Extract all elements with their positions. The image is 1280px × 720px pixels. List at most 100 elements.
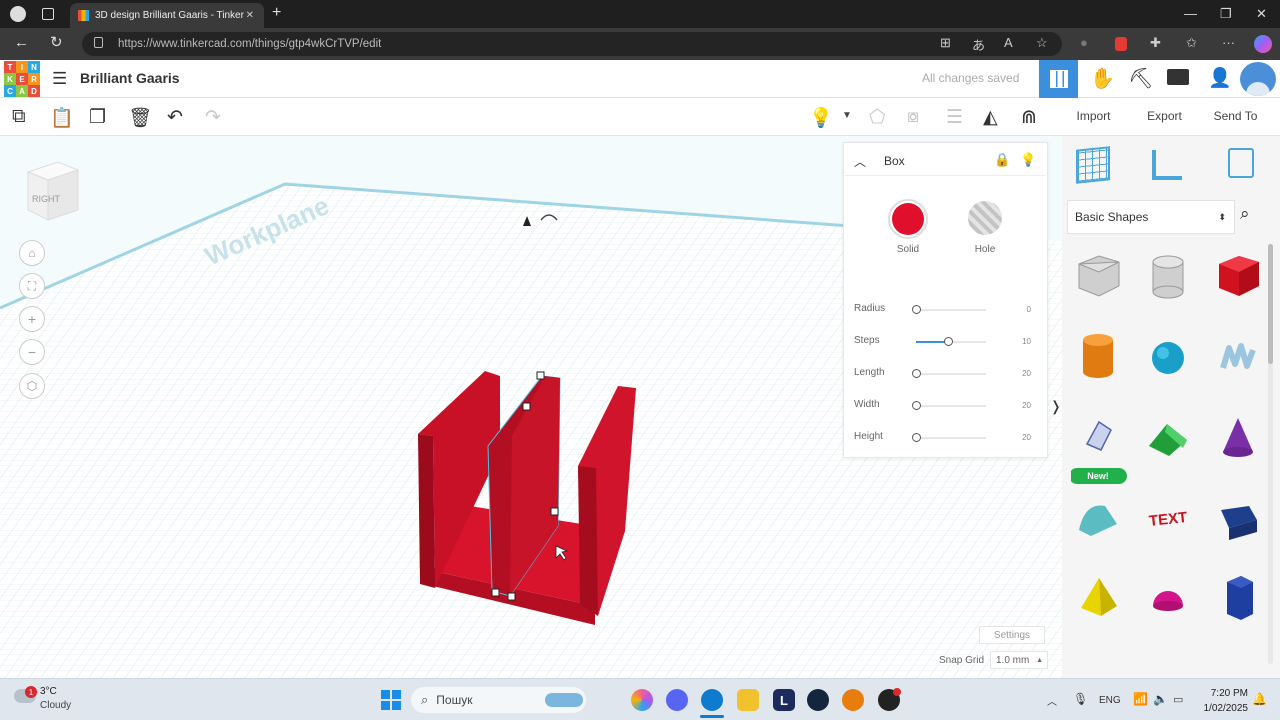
param-value[interactable]: 20 [1022, 433, 1031, 442]
design-list-icon[interactable]: ☰ [52, 69, 67, 89]
close-window-icon[interactable]: ✕ [1256, 6, 1267, 22]
zoom-out-icon[interactable]: − [19, 339, 45, 365]
icon-shape[interactable] [1071, 404, 1125, 474]
read-aloud-icon[interactable]: A [1004, 35, 1013, 50]
light-bulb-icon[interactable]: 💡 [809, 106, 833, 130]
wifi-icon[interactable]: 📶 [1133, 692, 1148, 706]
favorite-star-icon[interactable]: ☆ [1036, 35, 1048, 51]
shape-category-select[interactable]: Basic Shapes ⬍ [1067, 200, 1235, 234]
param-slider-track[interactable] [916, 337, 986, 346]
zoom-in-icon[interactable]: + [19, 306, 45, 332]
cruise-magnet-icon[interactable]: ⋒ [1021, 106, 1037, 129]
scrollbar[interactable] [1268, 244, 1273, 664]
param-slider-knob[interactable] [943, 337, 953, 346]
scribble-shape[interactable] [1211, 324, 1265, 394]
hole-button[interactable] [968, 201, 1002, 235]
param-slider-track[interactable] [912, 305, 986, 314]
mirror-icon[interactable]: ◭ [983, 106, 998, 129]
snap-grid-select[interactable]: 1.0 mm ▲ [990, 651, 1048, 669]
param-slider-track[interactable] [912, 401, 986, 410]
export-button[interactable]: Export [1133, 99, 1196, 133]
pyramid-shape[interactable] [1071, 564, 1125, 634]
blocks-icon[interactable]: ✋ [1090, 66, 1115, 91]
cone-shape[interactable] [1211, 404, 1265, 474]
steam-icon[interactable] [807, 689, 829, 711]
param-slider-track[interactable] [912, 433, 986, 442]
extensions-puzzle-icon[interactable]: ✚ [1150, 35, 1161, 51]
new-tab-icon[interactable]: + [272, 4, 281, 22]
sphere-shape[interactable] [1141, 324, 1195, 394]
bricks-pickaxe-icon[interactable]: ⛏ [1128, 66, 1153, 91]
file-explorer-icon[interactable] [737, 689, 759, 711]
resize-handle[interactable] [536, 371, 545, 380]
collapse-panel-icon[interactable]: ❭ [1050, 398, 1062, 415]
param-slider-knob[interactable] [912, 401, 921, 410]
search-icon[interactable]: ⌕ [1240, 204, 1250, 224]
text-shape[interactable]: TEXT [1141, 484, 1195, 554]
microphone-icon[interactable]: 🎙 [1073, 692, 1088, 706]
ruler-icon[interactable] [1152, 150, 1182, 180]
design-name[interactable]: Brilliant Gaaris [80, 70, 180, 86]
cylinder-shape[interactable] [1071, 324, 1125, 394]
more-menu-icon[interactable]: ··· [1222, 35, 1235, 50]
resize-handle[interactable] [491, 588, 500, 597]
send-to-button[interactable]: Send To [1204, 99, 1267, 133]
ungroup-icon[interactable]: ⧇ [907, 106, 919, 128]
l-app-icon[interactable]: L [773, 689, 795, 711]
avatar[interactable] [1240, 62, 1276, 96]
close-tab-icon[interactable]: ✕ [246, 10, 254, 21]
box-shape[interactable] [1211, 244, 1265, 314]
input-language[interactable]: ENG [1099, 695, 1121, 706]
copilot-taskbar-icon[interactable] [631, 689, 653, 711]
clock-time[interactable]: 7:20 PM [1202, 688, 1248, 699]
group-icon[interactable]: ⬠ [869, 106, 886, 129]
extension-red-icon[interactable] [1115, 37, 1127, 51]
box-hole-shape[interactable] [1071, 244, 1125, 314]
param-value[interactable]: 0 [1027, 305, 1031, 314]
import-button[interactable]: Import [1062, 99, 1125, 133]
param-slider-track[interactable] [912, 369, 986, 378]
favorites-icon[interactable]: ✩ [1186, 35, 1197, 51]
view-3d-button[interactable] [1039, 60, 1078, 98]
roof-shape[interactable] [1141, 404, 1195, 474]
minimize-icon[interactable]: — [1184, 6, 1197, 21]
resize-handle[interactable] [507, 592, 516, 601]
notes-icon[interactable] [1228, 148, 1254, 178]
app-view-icon[interactable]: ⊞ [940, 35, 951, 51]
scrollbar-thumb[interactable] [1268, 244, 1273, 364]
copy-icon[interactable]: ⧉ [12, 106, 26, 128]
tinkercad-logo[interactable]: T I N K E R C A D [4, 61, 40, 97]
profile-icon[interactable] [10, 6, 26, 22]
chevron-up-icon[interactable]: ︿ [1047, 693, 1057, 708]
solid-button[interactable] [888, 199, 928, 239]
perspective-icon[interactable]: ⬡ [19, 373, 45, 399]
notifications-bell-icon[interactable]: 🔔 [1252, 692, 1267, 706]
paste-icon[interactable]: 📋 [50, 106, 74, 130]
extension-icon[interactable]: ● [1080, 35, 1088, 50]
edge-icon[interactable] [701, 689, 723, 711]
param-slider-knob[interactable] [912, 369, 921, 378]
param-slider-knob[interactable] [912, 433, 921, 442]
maximize-icon[interactable]: ❐ [1220, 6, 1232, 22]
weather-temp[interactable]: 3°C [40, 686, 57, 697]
polygon-shape[interactable] [1211, 564, 1265, 634]
param-value[interactable]: 20 [1022, 369, 1031, 378]
fit-view-icon[interactable]: ⛶ [19, 273, 45, 299]
tab-tinkercad[interactable]: 3D design Brilliant Gaaris - Tinker ✕ [70, 3, 264, 28]
weather-desc[interactable]: Cloudy [40, 700, 71, 711]
wedge-shape[interactable] [1211, 484, 1265, 554]
half-sphere-shape[interactable] [1141, 564, 1195, 634]
resize-handle[interactable] [550, 507, 559, 516]
round-roof-shape[interactable] [1071, 484, 1125, 554]
undo-icon[interactable]: ↶ [167, 106, 183, 129]
windows-start-icon[interactable] [381, 690, 401, 710]
clock-date[interactable]: 1/02/2025 [1196, 703, 1249, 714]
collapse-inspector-icon[interactable]: ︿ [854, 153, 866, 170]
param-value[interactable]: 10 [1022, 337, 1031, 346]
sim-lab-icon[interactable] [1167, 69, 1189, 85]
url-field[interactable]: https://www.tinkercad.com/things/gtp4wkC… [82, 32, 1062, 56]
lock-icon[interactable]: 🔒 [994, 152, 1010, 168]
back-icon[interactable]: ← [14, 34, 29, 51]
tab-actions-icon[interactable] [42, 8, 54, 20]
add-user-icon[interactable]: 👤 [1208, 66, 1232, 90]
